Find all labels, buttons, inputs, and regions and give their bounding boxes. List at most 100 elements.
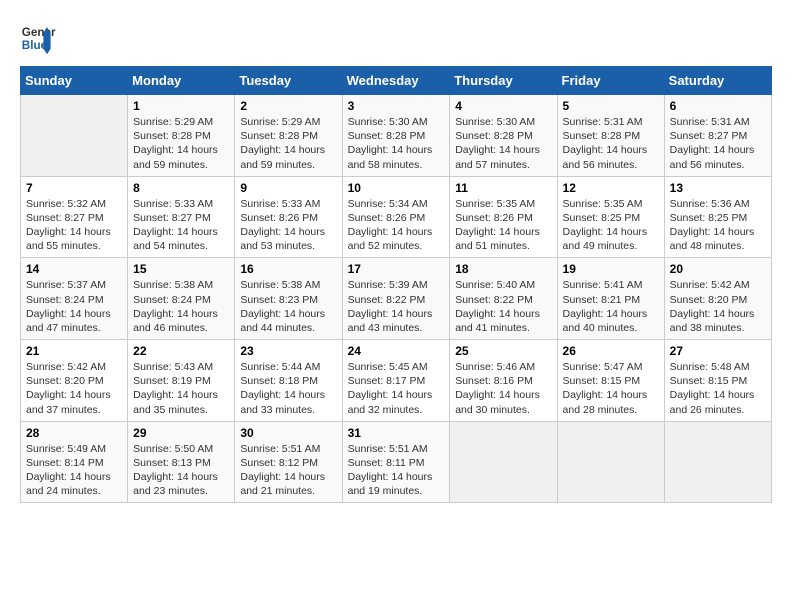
calendar-cell: 30 Sunrise: 5:51 AM Sunset: 8:12 PM Dayli… [235, 421, 342, 503]
day-number: 16 [240, 262, 336, 276]
day-number: 10 [348, 181, 445, 195]
day-number: 25 [455, 344, 551, 358]
calendar-cell: 25 Sunrise: 5:46 AM Sunset: 8:16 PM Dayli… [450, 340, 557, 422]
calendar-cell: 13Sunrise: 5:36 AM Sunset: 8:25 PM Dayli… [664, 176, 771, 258]
day-info: Sunrise: 5:29 AM Sunset: 8:28 PM Dayligh… [240, 115, 336, 172]
day-info: Sunrise: 5:42 AM Sunset: 8:20 PM Dayligh… [670, 278, 766, 335]
day-info: Sunrise: 5:30 AM Sunset: 8:28 PM Dayligh… [348, 115, 445, 172]
day-number: 11 [455, 181, 551, 195]
calendar-cell: 28 Sunrise: 5:49 AM Sunset: 8:14 PM Dayli… [21, 421, 128, 503]
day-number: 29 [133, 426, 229, 440]
day-info: Sunrise: 5:43 AM Sunset: 8:19 PM Dayligh… [133, 360, 229, 417]
calendar-cell: 29 Sunrise: 5:50 AM Sunset: 8:13 PM Dayli… [128, 421, 235, 503]
calendar-cell: 24 Sunrise: 5:45 AM Sunset: 8:17 PM Dayli… [342, 340, 450, 422]
calendar-cell: 14 Sunrise: 5:37 AM Sunset: 8:24 PM Dayli… [21, 258, 128, 340]
day-info: Sunrise: 5:44 AM Sunset: 8:18 PM Dayligh… [240, 360, 336, 417]
day-number: 23 [240, 344, 336, 358]
calendar-cell: 19Sunrise: 5:41 AM Sunset: 8:21 PM Dayli… [557, 258, 664, 340]
day-info: Sunrise: 5:37 AM Sunset: 8:24 PM Dayligh… [26, 278, 122, 335]
day-number: 24 [348, 344, 445, 358]
logo: General Blue [20, 20, 56, 56]
day-info: Sunrise: 5:35 AM Sunset: 8:26 PM Dayligh… [455, 197, 551, 254]
day-number: 19 [563, 262, 659, 276]
calendar-cell [557, 421, 664, 503]
svg-text:General: General [22, 26, 56, 39]
day-info: Sunrise: 5:38 AM Sunset: 8:23 PM Dayligh… [240, 278, 336, 335]
day-info: Sunrise: 5:42 AM Sunset: 8:20 PM Dayligh… [26, 360, 122, 417]
day-info: Sunrise: 5:39 AM Sunset: 8:22 PM Dayligh… [348, 278, 445, 335]
calendar-cell: 11 Sunrise: 5:35 AM Sunset: 8:26 PM Dayli… [450, 176, 557, 258]
day-number: 28 [26, 426, 122, 440]
day-number: 5 [563, 99, 659, 113]
calendar-cell: 27 Sunrise: 5:48 AM Sunset: 8:15 PM Dayli… [664, 340, 771, 422]
day-info: Sunrise: 5:45 AM Sunset: 8:17 PM Dayligh… [348, 360, 445, 417]
calendar-cell: 23 Sunrise: 5:44 AM Sunset: 8:18 PM Dayli… [235, 340, 342, 422]
day-info: Sunrise: 5:35 AM Sunset: 8:25 PM Dayligh… [563, 197, 659, 254]
day-number: 27 [670, 344, 766, 358]
day-number: 1 [133, 99, 229, 113]
day-number: 9 [240, 181, 336, 195]
day-info: Sunrise: 5:50 AM Sunset: 8:13 PM Dayligh… [133, 442, 229, 499]
day-info: Sunrise: 5:29 AM Sunset: 8:28 PM Dayligh… [133, 115, 229, 172]
calendar-cell: 1 Sunrise: 5:29 AM Sunset: 8:28 PM Daylig… [128, 95, 235, 177]
day-number: 12 [563, 181, 659, 195]
calendar-cell [664, 421, 771, 503]
page-header: General Blue [20, 20, 772, 56]
calendar-cell: 18Sunrise: 5:40 AM Sunset: 8:22 PM Dayli… [450, 258, 557, 340]
day-info: Sunrise: 5:30 AM Sunset: 8:28 PM Dayligh… [455, 115, 551, 172]
day-info: Sunrise: 5:38 AM Sunset: 8:24 PM Dayligh… [133, 278, 229, 335]
day-info: Sunrise: 5:48 AM Sunset: 8:15 PM Dayligh… [670, 360, 766, 417]
day-info: Sunrise: 5:31 AM Sunset: 8:27 PM Dayligh… [670, 115, 766, 172]
calendar-cell: 20 Sunrise: 5:42 AM Sunset: 8:20 PM Dayli… [664, 258, 771, 340]
day-info: Sunrise: 5:51 AM Sunset: 8:11 PM Dayligh… [348, 442, 445, 499]
day-info: Sunrise: 5:32 AM Sunset: 8:27 PM Dayligh… [26, 197, 122, 254]
day-number: 21 [26, 344, 122, 358]
day-header-tuesday: Tuesday [235, 67, 342, 95]
calendar-cell: 26 Sunrise: 5:47 AM Sunset: 8:15 PM Dayli… [557, 340, 664, 422]
calendar-cell: 7 Sunrise: 5:32 AM Sunset: 8:27 PM Daylig… [21, 176, 128, 258]
calendar-cell [450, 421, 557, 503]
day-info: Sunrise: 5:49 AM Sunset: 8:14 PM Dayligh… [26, 442, 122, 499]
day-number: 13 [670, 181, 766, 195]
day-number: 8 [133, 181, 229, 195]
day-number: 3 [348, 99, 445, 113]
day-number: 4 [455, 99, 551, 113]
day-info: Sunrise: 5:33 AM Sunset: 8:26 PM Dayligh… [240, 197, 336, 254]
day-number: 30 [240, 426, 336, 440]
day-header-wednesday: Wednesday [342, 67, 450, 95]
day-info: Sunrise: 5:40 AM Sunset: 8:22 PM Dayligh… [455, 278, 551, 335]
day-number: 17 [348, 262, 445, 276]
day-info: Sunrise: 5:47 AM Sunset: 8:15 PM Dayligh… [563, 360, 659, 417]
day-number: 7 [26, 181, 122, 195]
logo-icon: General Blue [20, 20, 56, 56]
calendar-table: SundayMondayTuesdayWednesdayThursdayFrid… [20, 66, 772, 503]
calendar-cell: 21 Sunrise: 5:42 AM Sunset: 8:20 PM Dayli… [21, 340, 128, 422]
day-header-sunday: Sunday [21, 67, 128, 95]
calendar-cell: 4 Sunrise: 5:30 AM Sunset: 8:28 PM Daylig… [450, 95, 557, 177]
day-number: 15 [133, 262, 229, 276]
day-number: 6 [670, 99, 766, 113]
calendar-cell [21, 95, 128, 177]
day-info: Sunrise: 5:31 AM Sunset: 8:28 PM Dayligh… [563, 115, 659, 172]
day-number: 14 [26, 262, 122, 276]
calendar-cell: 8Sunrise: 5:33 AM Sunset: 8:27 PM Daylig… [128, 176, 235, 258]
day-number: 2 [240, 99, 336, 113]
day-header-saturday: Saturday [664, 67, 771, 95]
day-header-friday: Friday [557, 67, 664, 95]
calendar-cell: 22 Sunrise: 5:43 AM Sunset: 8:19 PM Dayli… [128, 340, 235, 422]
calendar-cell: 5 Sunrise: 5:31 AM Sunset: 8:28 PM Daylig… [557, 95, 664, 177]
day-info: Sunrise: 5:51 AM Sunset: 8:12 PM Dayligh… [240, 442, 336, 499]
calendar-cell: 10Sunrise: 5:34 AM Sunset: 8:26 PM Dayli… [342, 176, 450, 258]
calendar-cell: 12 Sunrise: 5:35 AM Sunset: 8:25 PM Dayli… [557, 176, 664, 258]
day-number: 22 [133, 344, 229, 358]
day-number: 26 [563, 344, 659, 358]
calendar-cell: 2 Sunrise: 5:29 AM Sunset: 8:28 PM Daylig… [235, 95, 342, 177]
day-number: 31 [348, 426, 445, 440]
calendar-cell: 9 Sunrise: 5:33 AM Sunset: 8:26 PM Daylig… [235, 176, 342, 258]
calendar-cell: 6 Sunrise: 5:31 AM Sunset: 8:27 PM Daylig… [664, 95, 771, 177]
day-header-thursday: Thursday [450, 67, 557, 95]
day-info: Sunrise: 5:46 AM Sunset: 8:16 PM Dayligh… [455, 360, 551, 417]
calendar-cell: 16 Sunrise: 5:38 AM Sunset: 8:23 PM Dayli… [235, 258, 342, 340]
day-number: 20 [670, 262, 766, 276]
calendar-cell: 15 Sunrise: 5:38 AM Sunset: 8:24 PM Dayli… [128, 258, 235, 340]
